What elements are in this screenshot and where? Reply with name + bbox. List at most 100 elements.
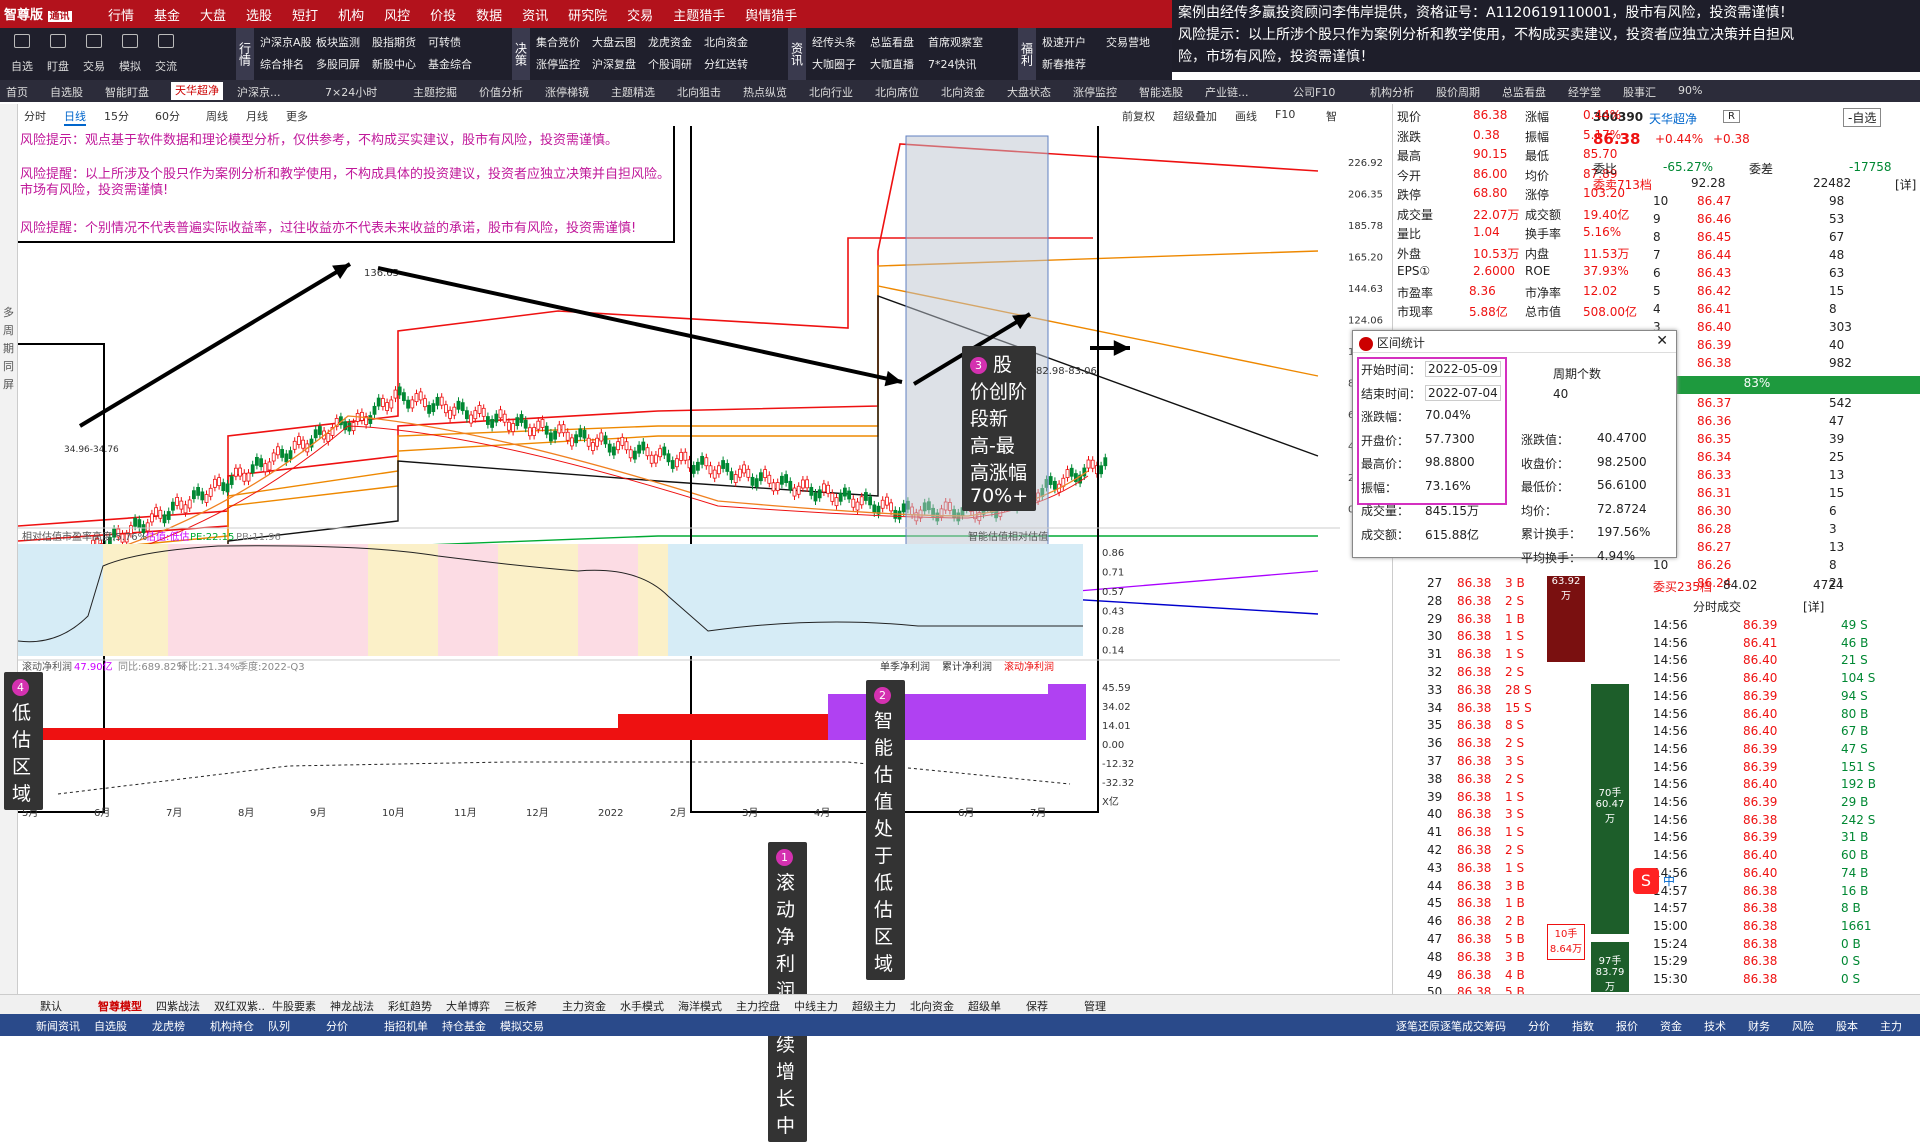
toolbar-button[interactable]: 模拟 xyxy=(116,58,144,74)
bottom-tab[interactable]: 分价 xyxy=(326,1018,348,1034)
indicator-tab[interactable]: 主力资金 xyxy=(562,998,606,1014)
toolbar-link[interactable]: 多股同屏 xyxy=(316,56,360,72)
quote-tab[interactable]: 筹码 xyxy=(1484,1018,1506,1034)
tab[interactable]: 股价周期 xyxy=(1436,84,1480,100)
tab[interactable]: 经学堂 xyxy=(1568,84,1601,100)
tab[interactable]: 天华超净 xyxy=(171,82,223,100)
toolbar-icon[interactable] xyxy=(14,34,30,48)
menu-item[interactable]: 行情 xyxy=(108,5,134,24)
toolbar-link[interactable]: 板块监测 xyxy=(316,34,360,50)
toolbar-link[interactable]: 新股中心 xyxy=(372,56,416,72)
tab[interactable]: 智能盯盘 xyxy=(105,84,149,100)
indicator-tab[interactable]: 彩虹趋势 xyxy=(388,998,432,1014)
toolbar-link[interactable]: 集合竞价 xyxy=(536,34,580,50)
toolbar-link[interactable]: 涨停监控 xyxy=(536,56,580,72)
toolbar-button[interactable]: 交流 xyxy=(152,58,180,74)
indicator-tab[interactable]: 三板斧 xyxy=(504,998,537,1014)
toolbar-group[interactable]: 行情 xyxy=(236,28,254,80)
tab[interactable]: 热点纵览 xyxy=(743,84,787,100)
bottom-tab[interactable]: 龙虎榜 xyxy=(152,1018,185,1034)
bottom-tab[interactable]: 指招机单 xyxy=(384,1018,428,1034)
indicator-tab[interactable]: 牛股要素 xyxy=(272,998,316,1014)
menu-item[interactable]: 资讯 xyxy=(522,5,548,24)
multi-period-label[interactable]: 多周期同屏 xyxy=(3,304,15,394)
period-button[interactable]: 分时 xyxy=(24,108,46,124)
menu-item[interactable]: 研究院 xyxy=(568,5,607,24)
indicator-tab[interactable]: 四紫战法 xyxy=(156,998,200,1014)
indicator-tab[interactable]: 北向资金 xyxy=(910,998,954,1014)
indicator-tab[interactable]: 超级主力 xyxy=(852,998,896,1014)
menu-item[interactable]: 短打 xyxy=(292,5,318,24)
toolbar-button[interactable]: 自选 xyxy=(8,58,36,74)
toolbar-link[interactable]: 可转债 xyxy=(428,34,461,50)
quote-tab[interactable]: 逐笔成交 xyxy=(1440,1018,1484,1034)
period-button[interactable]: 周线 xyxy=(206,108,228,124)
chart-tool-button[interactable]: 画线 xyxy=(1235,108,1257,124)
toolbar-link[interactable]: 首席观察室 xyxy=(928,34,983,50)
toolbar-link[interactable]: 个股调研 xyxy=(648,56,692,72)
tab[interactable]: 产业链... xyxy=(1205,84,1249,100)
tab[interactable]: 涨停梯镜 xyxy=(545,84,589,100)
tab[interactable]: 涨停监控 xyxy=(1073,84,1117,100)
period-button[interactable]: 15分 xyxy=(104,108,129,124)
indicator-tab[interactable]: 中线主力 xyxy=(794,998,838,1014)
tab[interactable]: 主题挖掘 xyxy=(413,84,457,100)
menu-item[interactable]: 选股 xyxy=(246,5,272,24)
toolbar-button[interactable]: 盯盘 xyxy=(44,58,72,74)
tab[interactable]: 公司F10 xyxy=(1293,84,1335,100)
tab[interactable]: 首页 xyxy=(6,84,28,100)
toolbar-group[interactable]: 决策 xyxy=(512,28,530,80)
indicator-tab[interactable]: 保荐 xyxy=(1026,998,1048,1014)
toolbar-link[interactable]: 综合排名 xyxy=(260,56,304,72)
chart-tool-button[interactable]: 前复权 xyxy=(1122,108,1155,124)
tab[interactable]: 总监看盘 xyxy=(1502,84,1546,100)
quote-tab[interactable]: 资金 xyxy=(1660,1018,1682,1034)
fenshi-detail-link[interactable]: [详] xyxy=(1803,598,1824,615)
toolbar-link[interactable]: 大咖直播 xyxy=(870,56,914,72)
bottom-tab[interactable]: 模拟交易 xyxy=(500,1018,544,1034)
popup-value[interactable]: 2022-07-04 xyxy=(1425,384,1501,401)
toolbar-link[interactable]: 总监看盘 xyxy=(870,34,914,50)
toolbar-link[interactable]: 沪深复盘 xyxy=(592,56,636,72)
indicator-tab[interactable]: 大单博弈 xyxy=(446,998,490,1014)
toolbar-icon[interactable] xyxy=(158,34,174,48)
period-button[interactable]: 60分 xyxy=(155,108,180,124)
toolbar-group[interactable]: 福利 xyxy=(1018,28,1036,80)
tab[interactable]: 股事汇 xyxy=(1623,84,1656,100)
ime-icon[interactable]: S xyxy=(1633,868,1659,894)
tab[interactable]: 北向资金 xyxy=(941,84,985,100)
indicator-tab[interactable]: 水手模式 xyxy=(620,998,664,1014)
toolbar-link[interactable]: 经传头条 xyxy=(812,34,856,50)
tab[interactable]: 自选股 xyxy=(50,84,83,100)
toolbar-button[interactable]: 交易 xyxy=(80,58,108,74)
indicator-tab[interactable]: 管理 xyxy=(1084,998,1106,1014)
indicator-tab[interactable]: 双红双紫.. xyxy=(214,998,265,1014)
period-button[interactable]: 月线 xyxy=(246,108,268,124)
menu-item[interactable]: 机构 xyxy=(338,5,364,24)
quote-tab[interactable]: 主力 xyxy=(1880,1018,1902,1034)
self-select-button[interactable]: -自选 xyxy=(1843,108,1882,127)
indicator-tab[interactable]: 默认 xyxy=(40,998,62,1014)
menu-item[interactable]: 基金 xyxy=(154,5,180,24)
bottom-tab[interactable]: 自选股 xyxy=(94,1018,127,1034)
toolbar-icon[interactable] xyxy=(122,34,138,48)
toolbar-icon[interactable] xyxy=(86,34,102,48)
quote-tab[interactable]: 报价 xyxy=(1616,1018,1638,1034)
tab[interactable]: 北向行业 xyxy=(809,84,853,100)
quote-tab[interactable]: 指数 xyxy=(1572,1018,1594,1034)
toolbar-link[interactable]: 沪深京A股 xyxy=(260,34,312,50)
toolbar-link[interactable]: 交易营地 xyxy=(1106,34,1150,50)
menu-item[interactable]: 风控 xyxy=(384,5,410,24)
r-badge[interactable]: R xyxy=(1723,110,1740,123)
toolbar-link[interactable]: 极速开户 xyxy=(1042,34,1086,50)
menu-item[interactable]: 主题猎手 xyxy=(673,5,725,24)
bottom-tab[interactable]: 新闻资讯 xyxy=(36,1018,80,1034)
toolbar-link[interactable]: 股指期货 xyxy=(372,34,416,50)
menu-item[interactable]: 交易 xyxy=(627,5,653,24)
bottom-tab[interactable]: 机构持仓 xyxy=(210,1018,254,1034)
toolbar-icon[interactable] xyxy=(50,34,66,48)
indicator-tab[interactable]: 神龙战法 xyxy=(330,998,374,1014)
quote-tab[interactable]: 技术 xyxy=(1704,1018,1726,1034)
toolbar-link[interactable]: 基金综合 xyxy=(428,56,472,72)
menu-item[interactable]: 数据 xyxy=(476,5,502,24)
